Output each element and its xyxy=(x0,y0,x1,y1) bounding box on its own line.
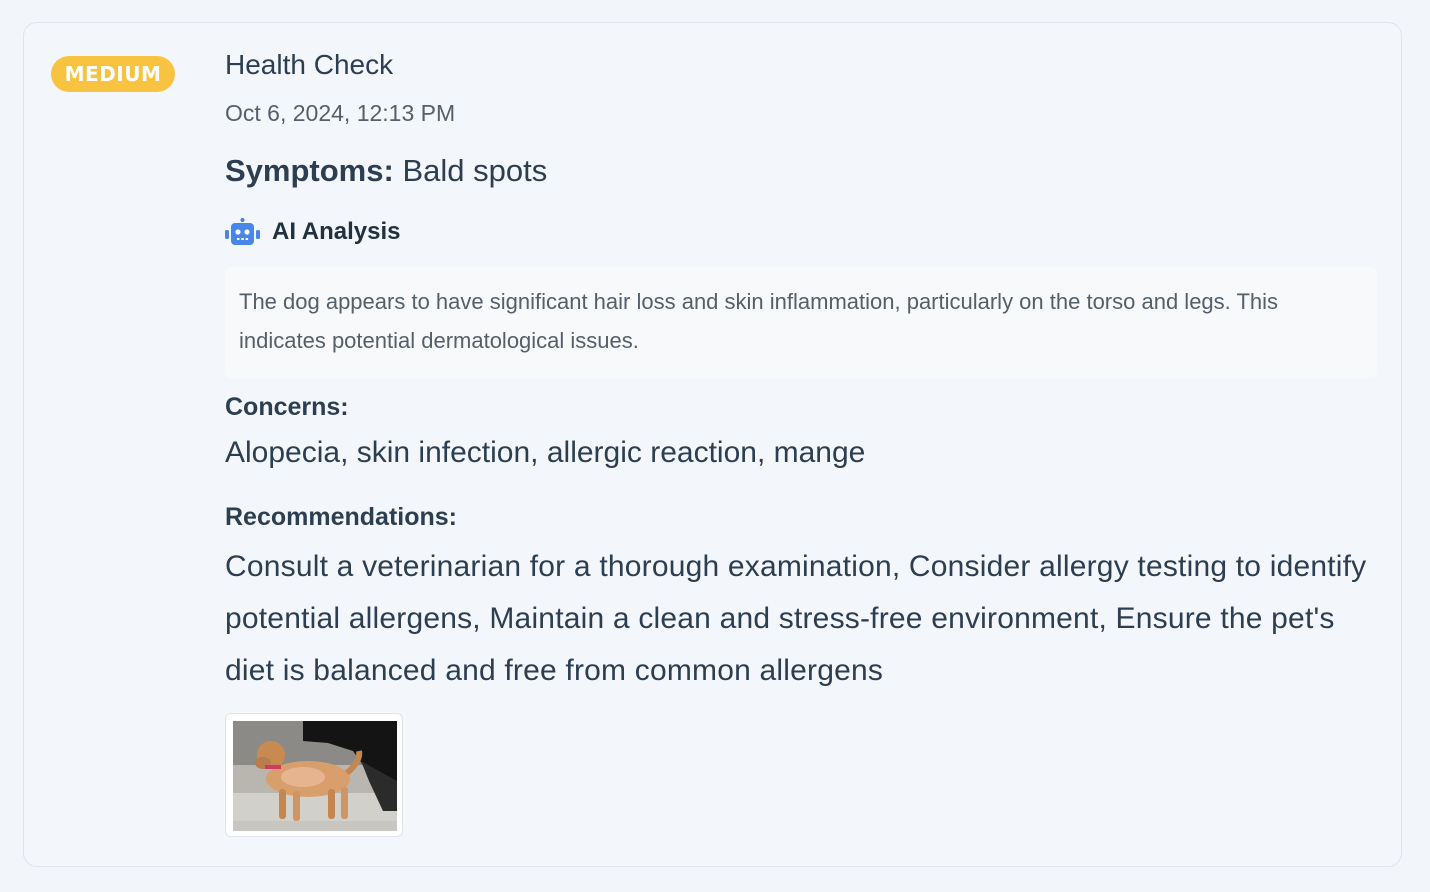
symptoms-label: Symptoms: xyxy=(225,153,394,188)
entry-title: Health Check xyxy=(225,49,394,80)
robot-icon xyxy=(225,218,260,246)
dog-photo-icon xyxy=(233,721,397,831)
symptoms-value: Bald spots xyxy=(402,153,548,188)
entry-date: Oct 6, 2024, 12:13 PM xyxy=(225,100,456,126)
symptoms-line: Symptoms: Bald spots xyxy=(225,153,547,189)
concerns-value: Alopecia, skin infection, allergic react… xyxy=(225,436,866,469)
ai-analysis-text: The dog appears to have significant hair… xyxy=(225,267,1377,378)
ai-analysis-title: AI Analysis xyxy=(272,218,401,245)
dog-photo-thumbnail[interactable] xyxy=(225,713,403,837)
recommendations-value: Consult a veterinarian for a thorough ex… xyxy=(225,550,1367,687)
health-check-card: MEDIUM Health Check Oct 6, 2024, 12:13 P… xyxy=(23,22,1402,867)
ai-analysis-header: AI Analysis xyxy=(225,218,401,246)
concerns-label: Concerns: xyxy=(225,393,349,421)
severity-badge: MEDIUM xyxy=(51,56,175,92)
recommendations-label: Recommendations: xyxy=(225,503,457,531)
